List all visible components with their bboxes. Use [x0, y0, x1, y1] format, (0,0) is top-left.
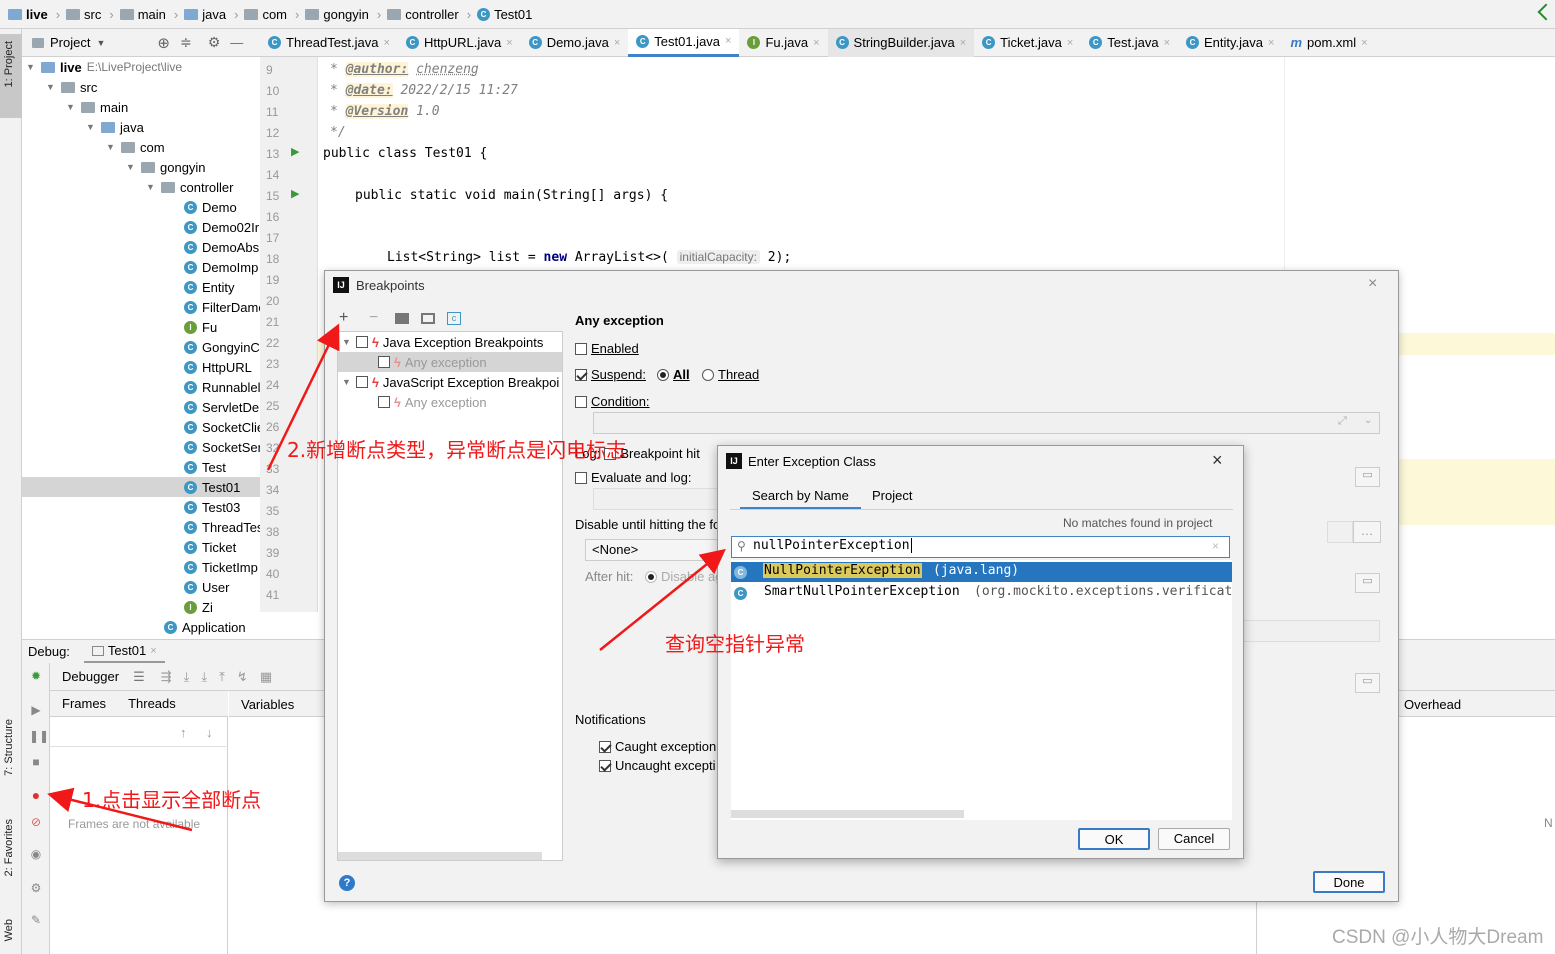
watermark: CSDN @小人物大Dream [1332, 927, 1544, 948]
annotation-step2: 2.新增断点类型，异常断点是闪电标志 [287, 438, 627, 462]
annotation-step1: 1.点击显示全部断点 [82, 788, 262, 812]
annotation-step3: 查询空指针异常 [665, 632, 805, 656]
